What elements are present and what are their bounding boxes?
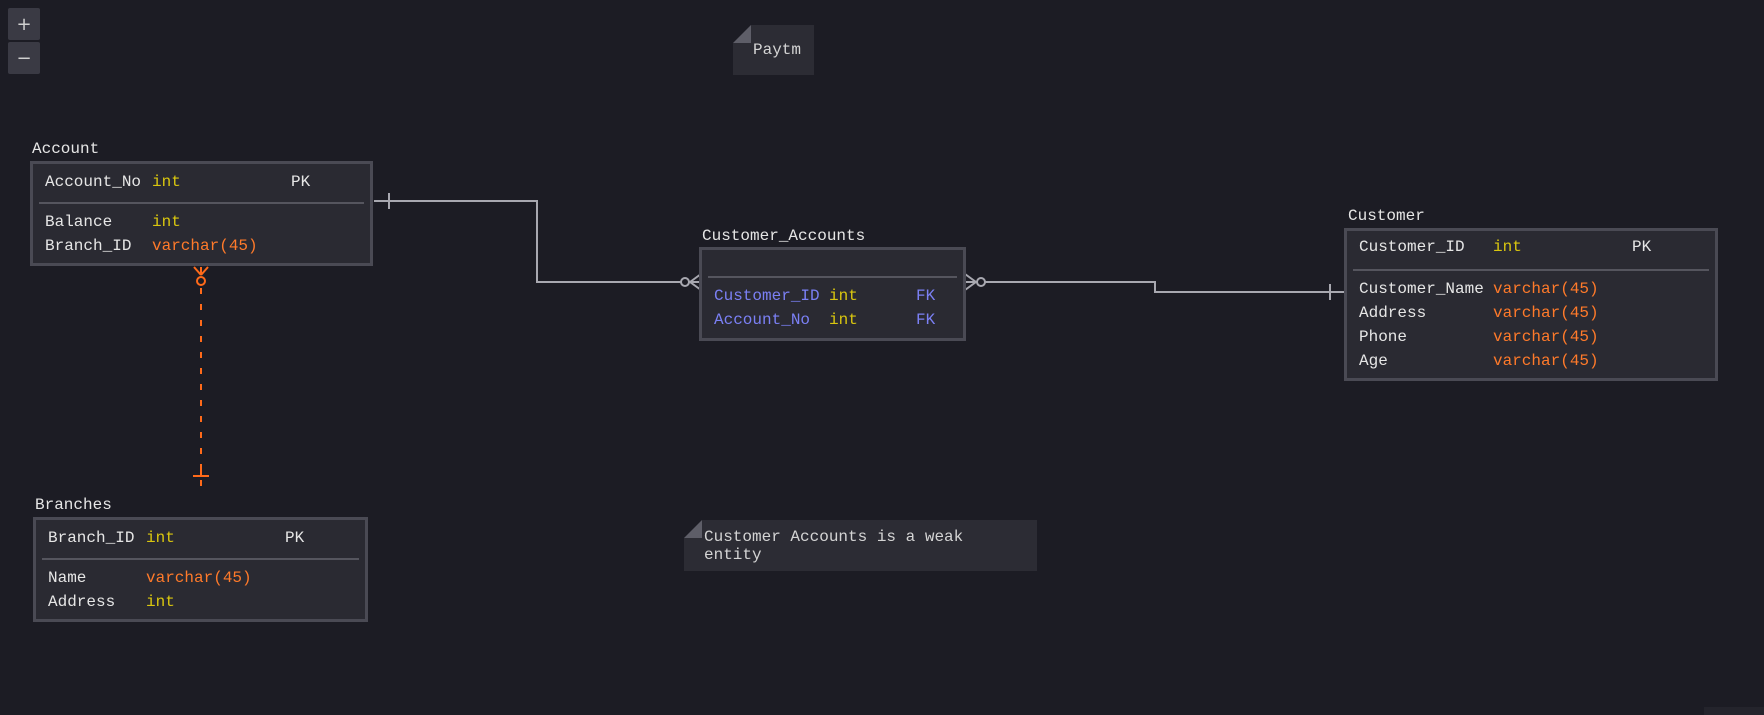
table-row-customer-id[interactable]: Customer_ID int FK [702,284,963,308]
table-row-account-no[interactable]: Account_No int FK [702,308,963,332]
column-type: int [152,173,181,191]
table-divider [39,202,364,204]
table-divider [1353,269,1709,271]
edge-account-customer-accounts[interactable] [374,193,702,291]
column-key: FK [916,311,936,329]
column-name: Balance [45,213,113,231]
column-name: Account_No [45,173,142,191]
column-name: Account_No [714,311,811,329]
column-type: varchar(45) [152,237,258,255]
column-type: int [152,213,181,231]
edge-branches-account[interactable] [193,266,209,490]
column-name: Phone [1359,328,1408,346]
column-type: varchar(45) [146,569,252,587]
table-row-balance[interactable]: Balance int [33,210,370,234]
column-key: PK [1632,238,1652,256]
table-title-customer: Customer [1348,207,1425,225]
column-type: int [829,311,858,329]
table-row-name[interactable]: Name varchar(45) [36,566,365,590]
canvas-corner [1704,707,1764,715]
table-row-branch-id[interactable]: Branch_ID int PK [36,526,365,550]
column-key: PK [291,173,311,191]
column-type: varchar(45) [1493,280,1599,298]
table-branches[interactable]: Branch_ID int PK Name varchar(45) Addres… [33,517,368,622]
column-name: Customer_ID [714,287,820,305]
table-title-branches: Branches [35,496,112,514]
column-type: int [1493,238,1522,256]
table-row-branch-id[interactable]: Branch_ID varchar(45) [33,234,370,258]
column-type: varchar(45) [1493,328,1599,346]
note-text: Paytm [753,41,802,59]
table-title-customer-accounts: Customer_Accounts [702,227,866,245]
column-key: FK [916,287,936,305]
table-row-address[interactable]: Address varchar(45) [1347,301,1715,325]
note-weak-entity[interactable]: Customer Accounts is a weak entity [684,520,1037,571]
column-name: Address [48,593,116,611]
table-row-phone[interactable]: Phone varchar(45) [1347,325,1715,349]
column-name: Branch_ID [48,529,135,547]
column-type: varchar(45) [1493,304,1599,322]
column-name: Branch_ID [45,237,132,255]
column-name: Age [1359,352,1388,370]
column-type: int [146,593,175,611]
column-name: Address [1359,304,1427,322]
table-account[interactable]: Account_No int PK Balance int Branch_ID … [30,161,373,266]
column-key: PK [285,529,305,547]
table-divider [708,276,957,278]
table-row-customer-name[interactable]: Customer_Name varchar(45) [1347,277,1715,301]
zoom-in-button[interactable]: + [8,8,40,40]
column-type: varchar(45) [1493,352,1599,370]
column-name: Customer_ID [1359,238,1465,256]
note-fold-icon [733,25,751,43]
table-customer[interactable]: Customer_ID int PK Customer_Name varchar… [1344,228,1718,381]
table-divider [42,558,359,560]
column-type: int [146,529,175,547]
table-title-account: Account [32,140,100,158]
table-customer-accounts[interactable]: Customer_ID int FK Account_No int FK [699,247,966,341]
column-name: Name [48,569,87,587]
table-row-account-no[interactable]: Account_No int PK [33,170,370,194]
table-row-age[interactable]: Age varchar(45) [1347,349,1715,373]
note-text: Customer Accounts is a weak entity [704,527,964,564]
column-name: Customer_Name [1359,280,1484,298]
note-paytm[interactable]: Paytm [733,25,814,75]
edge-customer-customer-accounts[interactable] [964,273,1344,300]
note-fold-icon [684,520,702,538]
zoom-controls: + − [8,8,40,74]
column-type: int [829,287,858,305]
table-row-address[interactable]: Address int [36,590,365,614]
zoom-out-button[interactable]: − [8,42,40,74]
table-row-customer-id[interactable]: Customer_ID int PK [1347,235,1715,259]
